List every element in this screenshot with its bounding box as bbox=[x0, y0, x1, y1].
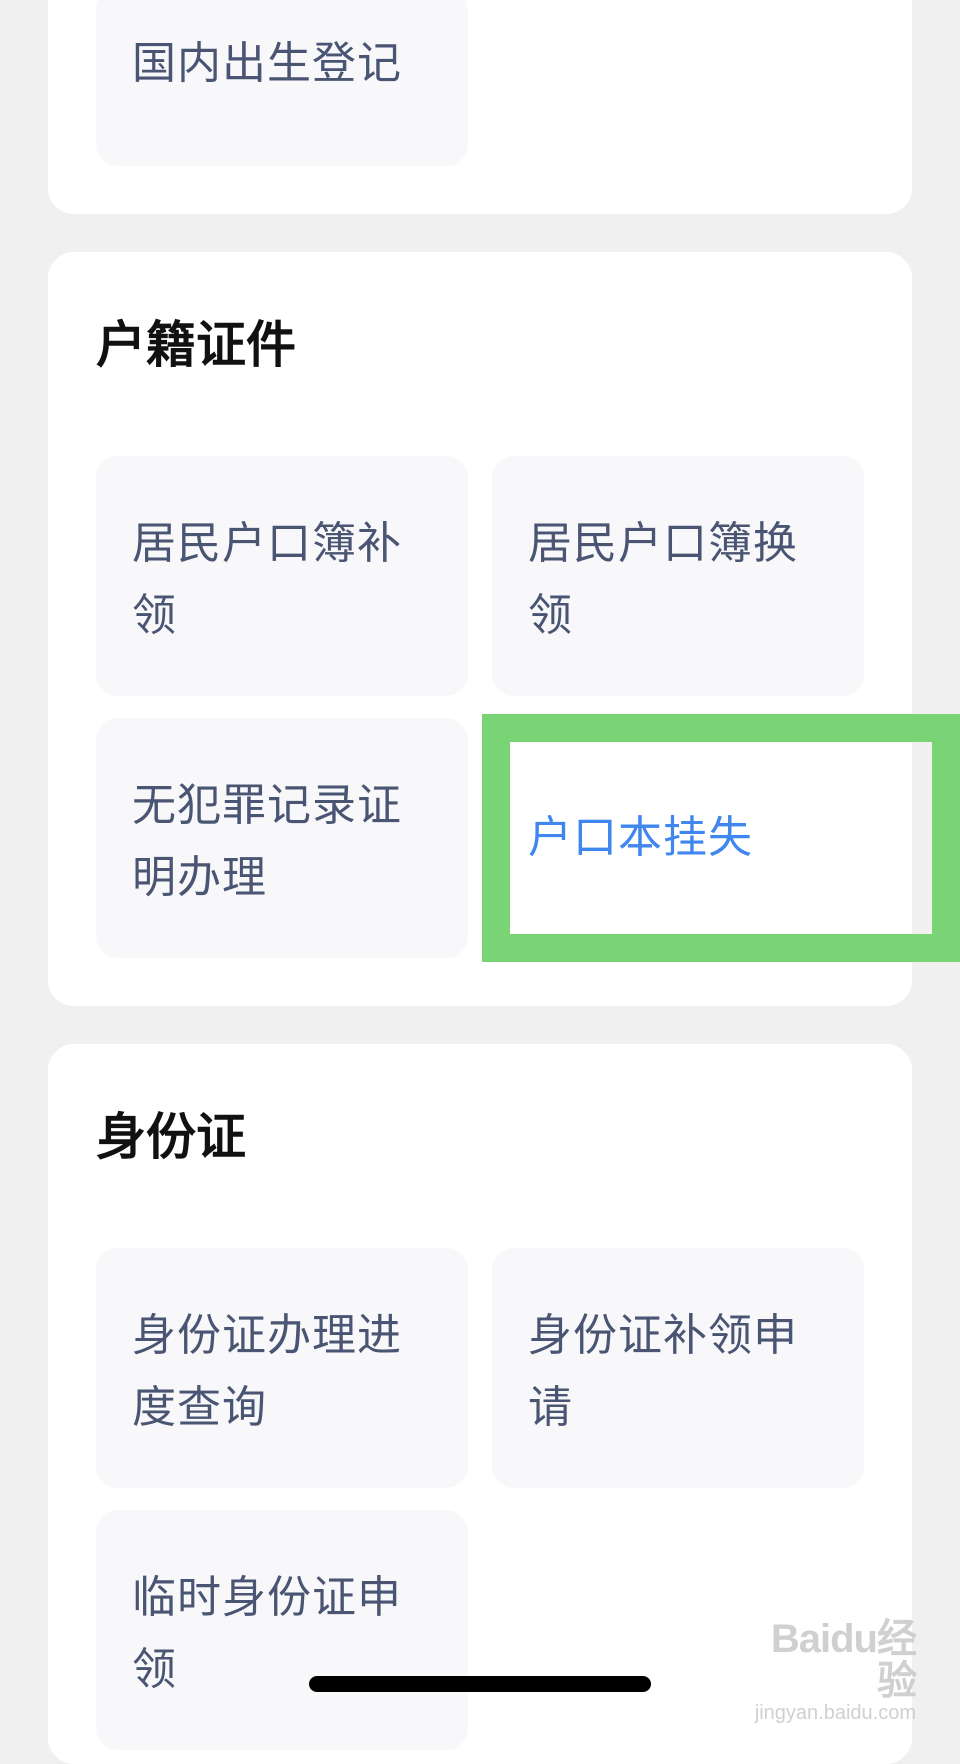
tile-label: 居民户口簿补领 bbox=[132, 518, 402, 641]
tile-label: 无犯罪记录证明办理 bbox=[132, 780, 402, 903]
tile-label: 国内出生登记 bbox=[132, 38, 402, 89]
watermark-logo: Baidu经验 bbox=[770, 1617, 917, 1703]
birth-registration-card: 国内出生登记 bbox=[48, 0, 912, 214]
tile-id-card-reissue-application[interactable]: 身份证补领申请 bbox=[492, 1248, 864, 1488]
tile-domestic-birth-registration[interactable]: 国内出生登记 bbox=[96, 0, 468, 166]
section-title-household-documents: 户籍证件 bbox=[96, 316, 296, 374]
tile-household-register-loss-report[interactable]: 户口本挂失 bbox=[492, 718, 864, 958]
tile-label: 身份证办理进度查询 bbox=[132, 1310, 402, 1433]
tile-no-criminal-record-certificate[interactable]: 无犯罪记录证明办理 bbox=[96, 718, 468, 958]
baidu-jingyan-watermark: Baidu经验 jingyan.baidu.com bbox=[736, 1617, 917, 1724]
tile-label: 身份证补领申请 bbox=[528, 1310, 798, 1433]
tile-temporary-id-card-application[interactable]: 临时身份证申领 bbox=[96, 1510, 468, 1750]
household-documents-card: 户籍证件 居民户口簿补领 居民户口簿换领 无犯罪记录证明办理 户口本挂失 bbox=[48, 252, 912, 1006]
watermark-url: jingyan.baidu.com bbox=[754, 1702, 916, 1724]
home-indicator-bar[interactable] bbox=[309, 1676, 651, 1692]
tile-id-card-progress-query[interactable]: 身份证办理进度查询 bbox=[96, 1248, 468, 1488]
tile-household-register-renewal[interactable]: 居民户口簿换领 bbox=[492, 456, 864, 696]
section-title-id-card: 身份证 bbox=[96, 1108, 246, 1166]
tile-household-register-reissue[interactable]: 居民户口簿补领 bbox=[96, 456, 468, 696]
tile-label: 居民户口簿换领 bbox=[528, 518, 798, 641]
tile-label: 户口本挂失 bbox=[528, 812, 753, 863]
